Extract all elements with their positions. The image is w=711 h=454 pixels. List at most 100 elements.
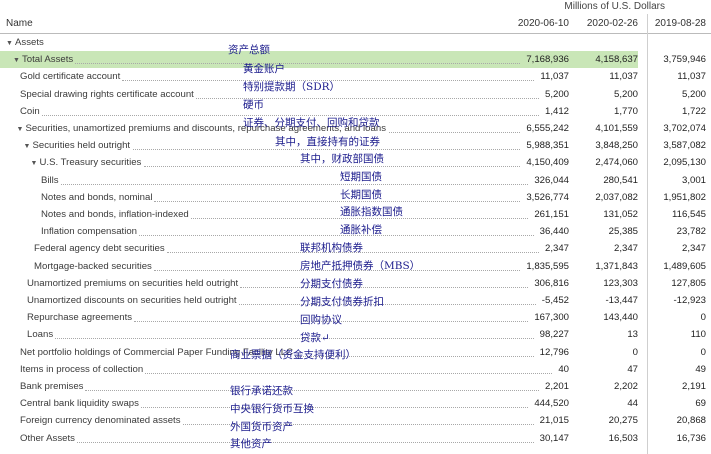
date-column-header-2[interactable]: 2020-02-26 [587, 18, 638, 29]
annotation-note: 回购协议 [300, 314, 342, 326]
row-label: Foreign currency denominated assets [20, 415, 181, 426]
row-label-text: Mortgage-backed securities [34, 260, 152, 272]
cell-value: 69 [695, 398, 706, 410]
row-label-text: Bank premises [20, 381, 84, 392]
expand-toggle-icon[interactable]: ▼ [31, 160, 40, 167]
table-row[interactable]: Central bank liquidity swaps 444,520 44 69 [0, 395, 711, 412]
row-label: ▼ Securities held outright [24, 140, 131, 151]
row-label: Unamortized premiums on securities held … [27, 278, 238, 289]
cell-value: 98,227 [539, 329, 569, 341]
annotation-note: 外国货币资产 [230, 421, 293, 433]
cell-value: 3,848,250 [595, 140, 638, 152]
cell-value: 280,541 [603, 174, 638, 186]
table-row[interactable]: Items in process of collection 40 47 49 [0, 361, 711, 378]
cell-value: 6,555,242 [526, 123, 569, 134]
annotation-note: 证券、分期支付、回购和贷款 [243, 117, 380, 129]
row-label: Bills [41, 175, 59, 186]
annotation-note: 通胀指数国债 [340, 206, 403, 218]
cell-value: 3,001 [681, 174, 706, 186]
annotation-note: 资产总额 [228, 44, 270, 56]
cell-value: 2,095,130 [663, 157, 706, 169]
cell-value: 3,587,082 [663, 140, 706, 152]
cell-value: 49 [695, 363, 706, 375]
table-row[interactable]: Foreign currency denominated assets 21,01… [0, 412, 711, 429]
cell-value: 11,037 [540, 71, 569, 83]
cell-value: 11,037 [609, 71, 638, 83]
table-row[interactable]: Loans 98,227 13 110 [0, 326, 711, 343]
cell-value: 1,770 [613, 105, 638, 117]
row-label-text: Central bank liquidity swaps [20, 398, 139, 410]
dotted-leader [139, 235, 534, 237]
cell-value: 1,412 [544, 105, 569, 117]
dotted-leader [61, 183, 528, 185]
annotation-note: 商业票据（资金支持便利） [230, 349, 356, 361]
annotation-note: 中央银行货币互换 [230, 403, 314, 415]
date-column-header-3[interactable]: 2019-08-28 [655, 18, 706, 29]
cell-value: 11,037 [677, 71, 706, 83]
expand-toggle-icon[interactable]: ▼ [13, 57, 22, 64]
table-row[interactable]: Gold certificate account 11,037 11,037 11,0… [0, 68, 711, 85]
cell-value: 261,151 [534, 209, 569, 220]
table-row[interactable]: ▼ Total Assets 7,168,936 4,158,637 3,759,946 [0, 51, 711, 69]
annotation-note: 特别提款期（SDR） [243, 81, 341, 93]
dotted-leader [55, 338, 534, 340]
cell-value: 2,037,082 [595, 191, 638, 203]
expand-toggle-icon[interactable]: ▼ [24, 143, 33, 150]
table-row[interactable]: Repurchase agreements 167,300 143,440 0 [0, 309, 711, 326]
cell-value: 47 [627, 363, 638, 375]
row-label-text: Gold certificate account [20, 71, 121, 83]
cell-value: -5,452 [541, 295, 569, 306]
table-row[interactable]: Bank premises 2,201 2,202 2,191 [0, 378, 711, 395]
cell-value: 2,191 [681, 381, 706, 392]
cell-value: 4,101,559 [595, 123, 638, 134]
dotted-leader [85, 390, 539, 391]
annotation-note: 其中，直接持有的证券 [275, 136, 380, 148]
table-row[interactable]: Special drawing rights certificate accou… [0, 86, 711, 103]
annotation-note: 其中，财政部国债 [300, 153, 384, 165]
annotation-note: 分期支付债券折扣 [300, 296, 384, 308]
row-label: Federal agency debt securities [34, 243, 165, 254]
dotted-leader [144, 166, 520, 168]
row-label-text: Inflation compensation [41, 226, 137, 238]
table-row[interactable]: ▼ Assets [0, 34, 711, 51]
row-label-text: Securities held outright [32, 140, 131, 152]
row-label: Unamortized discounts on securities held… [27, 295, 237, 306]
cell-value: 1,951,802 [663, 191, 706, 203]
cell-value: 5,988,351 [526, 140, 569, 152]
date-column-header-1[interactable]: 2020-06-10 [518, 18, 569, 29]
expand-toggle-icon[interactable]: ▼ [17, 126, 26, 133]
row-label-text: Other Assets [20, 432, 75, 444]
name-column-header[interactable]: Name [6, 18, 33, 29]
table-row[interactable]: Other Assets 30,147 16,503 16,736 [0, 430, 711, 447]
row-label-text: Assets [15, 37, 44, 48]
cell-value: 44 [627, 398, 638, 410]
cell-value: 110 [690, 329, 706, 341]
cell-value: 5,200 [681, 88, 706, 100]
row-label: Other Assets [20, 433, 75, 444]
row-label: Inflation compensation [41, 226, 137, 237]
row-label: Bank premises [20, 381, 83, 392]
cell-value: 20,868 [676, 415, 706, 427]
row-label: ▼ Assets [6, 37, 44, 48]
row-label-text: Loans [27, 329, 54, 341]
cell-value: 167,300 [534, 312, 569, 324]
row-label: Central bank liquidity swaps [20, 398, 139, 409]
annotation-note: 分期支付债券 [300, 278, 363, 290]
dotted-leader [141, 407, 528, 409]
cell-value: 1,835,595 [526, 260, 569, 272]
cell-value: -12,923 [673, 295, 706, 306]
dotted-leader [75, 63, 520, 65]
cell-value: 0 [700, 346, 706, 358]
cell-value: 3,526,774 [526, 191, 569, 203]
annotation-note: 银行承诺还款 [230, 385, 293, 397]
annotation-note: 短期国债 [340, 171, 382, 183]
annotation-note: 贷款↵ [300, 332, 330, 344]
annotation-note: 联邦机构债券 [300, 242, 363, 254]
cell-value: 25,385 [608, 226, 638, 238]
annotation-note: 硬币 [243, 99, 264, 111]
expand-toggle-icon[interactable]: ▼ [6, 40, 15, 47]
cell-value: -13,447 [605, 295, 638, 306]
cell-value: 16,736 [676, 432, 706, 444]
row-label-text: Coin [20, 105, 40, 117]
row-label: Coin [20, 106, 40, 117]
